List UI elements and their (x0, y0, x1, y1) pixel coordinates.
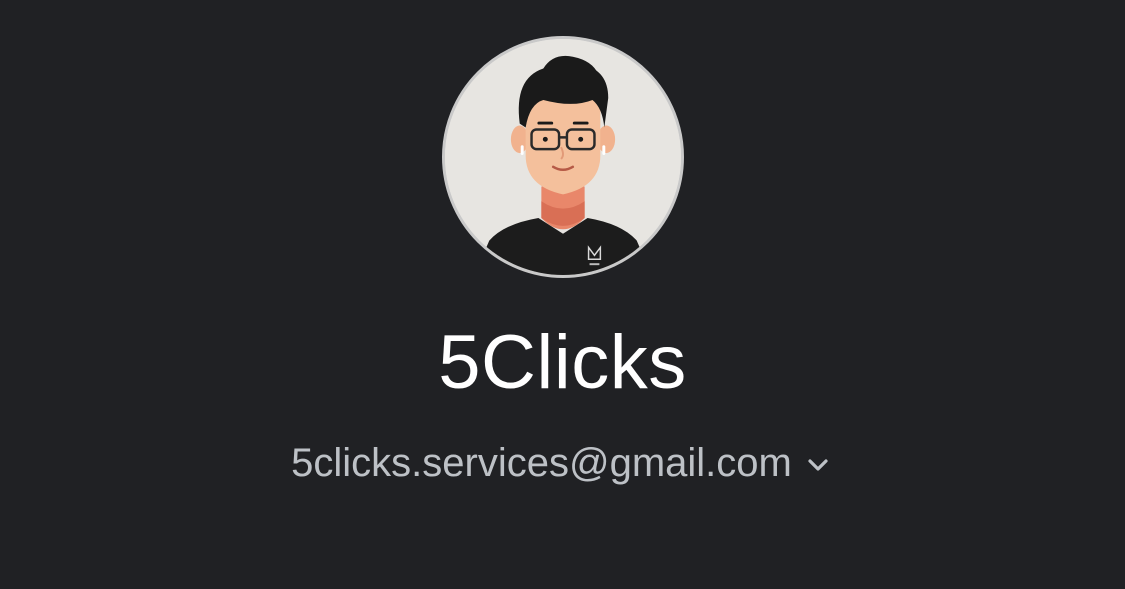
account-profile-header: 5Clicks 5clicks.services@gmail.com (0, 0, 1125, 589)
avatar[interactable] (442, 36, 684, 278)
account-display-name: 5Clicks (438, 320, 687, 405)
account-email: 5clicks.services@gmail.com (291, 441, 792, 485)
chevron-down-icon[interactable] (802, 449, 834, 481)
account-switcher[interactable]: 5clicks.services@gmail.com (0, 438, 1125, 488)
cartoon-avatar-icon (445, 39, 681, 275)
